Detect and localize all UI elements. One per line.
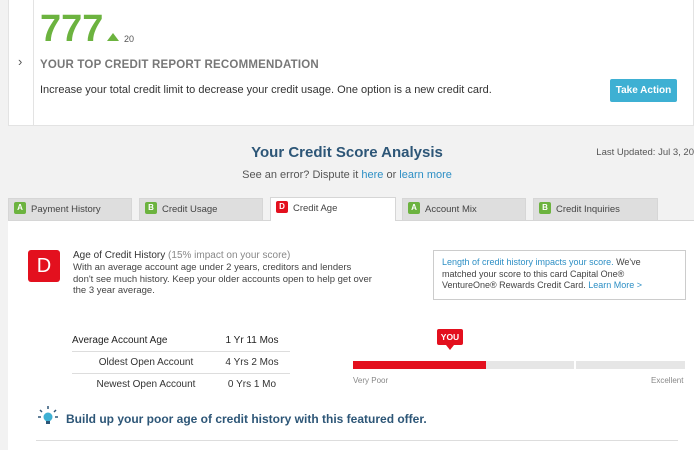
table-row: Newest Open Account 0 Yrs 1 Mo xyxy=(72,374,290,396)
table-row: Oldest Open Account 4 Yrs 2 Mos xyxy=(72,352,290,374)
grade-badge: B xyxy=(145,202,157,215)
page-title: Your Credit Score Analysis xyxy=(251,144,443,161)
arrow-up-icon xyxy=(107,33,119,41)
impact-text: (15% impact on your score) xyxy=(168,250,291,261)
tab-label: Credit Usage xyxy=(162,204,218,215)
learn-more-promo-link[interactable]: Learn More > xyxy=(588,280,642,290)
tab-credit-usage[interactable]: B Credit Usage xyxy=(139,198,263,220)
meter-high-label: Excellent xyxy=(651,376,684,385)
tab-account-mix[interactable]: A Account Mix xyxy=(402,198,526,220)
take-action-button[interactable]: Take Action xyxy=(610,79,677,102)
tab-credit-age[interactable]: D Credit Age xyxy=(270,197,396,221)
tab-label: Account Mix xyxy=(425,204,477,215)
grade-badge-large: D xyxy=(28,250,60,282)
last-updated: Last Updated: Jul 3, 20 xyxy=(596,147,694,158)
tab-label: Credit Age xyxy=(293,203,338,214)
section-title: Age of Credit History (15% impact on you… xyxy=(73,250,290,261)
tab-payment-history[interactable]: A Payment History xyxy=(8,198,132,220)
chevron-right-icon[interactable]: › xyxy=(18,54,22,69)
divider xyxy=(36,440,678,441)
you-marker: YOU xyxy=(437,329,463,345)
dispute-or: or xyxy=(383,169,400,181)
promo-link[interactable]: Length of credit history impacts your sc… xyxy=(442,257,614,267)
dispute-here-link[interactable]: here xyxy=(361,169,383,181)
recommendation-title: YOUR TOP CREDIT REPORT RECOMMENDATION xyxy=(40,59,319,71)
grade-badge: A xyxy=(14,202,26,215)
meter-low-label: Very Poor xyxy=(353,376,389,385)
you-pointer xyxy=(446,345,454,350)
dispute-line: See an error? Dispute it here or learn m… xyxy=(0,169,694,181)
expand-toggle[interactable]: › xyxy=(9,0,34,126)
meter-fill xyxy=(353,361,486,369)
dispute-prefix: See an error? Dispute it xyxy=(242,169,362,181)
lightbulb-icon xyxy=(38,406,58,424)
credit-age-meter xyxy=(353,361,685,369)
stat-label: Average Account Age xyxy=(72,335,168,346)
meter-segment xyxy=(575,361,685,369)
grade-badge: B xyxy=(539,202,551,215)
featured-offer-text[interactable]: Build up your poor age of credit history… xyxy=(66,412,427,426)
stat-value: 0 Yrs 1 Mo xyxy=(227,379,277,390)
grade-badge: A xyxy=(408,202,420,215)
promo-box: Length of credit history impacts your sc… xyxy=(433,250,686,300)
stat-value: 1 Yr 11 Mos xyxy=(225,335,279,346)
table-row: Average Account Age 1 Yr 11 Mos xyxy=(72,330,290,352)
section-description: With an average account age under 2 year… xyxy=(73,262,372,296)
credit-score: 777 xyxy=(40,8,104,50)
learn-more-link[interactable]: learn more xyxy=(399,169,452,181)
tab-credit-inquiries[interactable]: B Credit Inquiries xyxy=(533,198,658,220)
score-change: 20 xyxy=(124,34,135,44)
tab-label: Payment History xyxy=(31,204,101,215)
grade-badge: D xyxy=(276,201,288,214)
stat-label: Newest Open Account xyxy=(96,379,196,390)
section-title-text: Age of Credit History xyxy=(73,250,166,261)
stat-value: 4 Yrs 2 Mos xyxy=(225,357,279,368)
recommendation-text: Increase your total credit limit to decr… xyxy=(40,84,492,96)
tab-label: Credit Inquiries xyxy=(556,204,620,215)
stat-label: Oldest Open Account xyxy=(98,357,194,368)
